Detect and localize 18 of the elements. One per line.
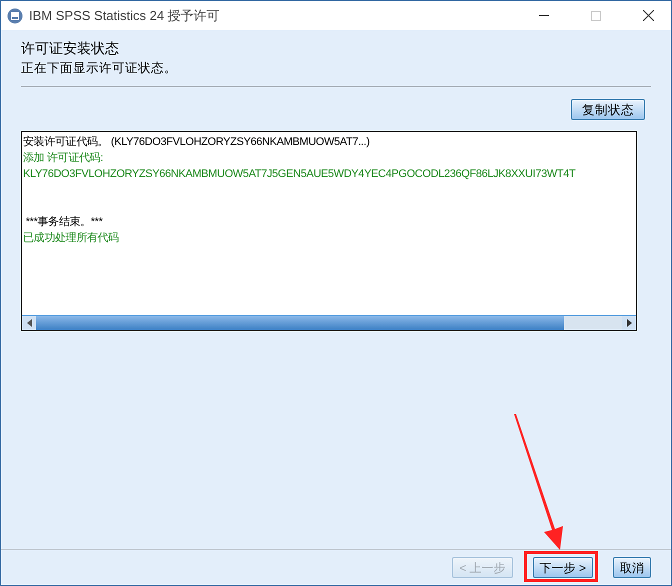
page-subtitle: 正在下面显示许可证状态。 (21, 60, 178, 77)
scroll-left-icon[interactable] (26, 319, 32, 327)
wizard-button[interactable]: 取消 (613, 557, 651, 578)
log-line: 添加 许可证代码: (23, 151, 104, 166)
minimize-icon (539, 15, 549, 16)
log-line: ***事务结束。*** (24, 215, 104, 230)
close-icon (642, 10, 654, 21)
copy-status-button[interactable]: 复制状态 (571, 99, 645, 120)
page-title: 许可证安装状态 (21, 40, 120, 58)
wizard-button[interactable]: 下一步 > (532, 557, 593, 578)
log-line: 已成功处理所有代码 (23, 231, 120, 246)
window-title: IBM SPSS Statistics 24 授予许可 (29, 6, 220, 24)
log-line: 安装许可证代码。 (KLY76DO3FVLOHZORYZSY66NKAMBMUOW5AT7...) (23, 134, 371, 150)
scroll-right-icon[interactable] (626, 319, 632, 327)
horizontal-scrollbar[interactable] (22, 315, 636, 330)
log-line: KLY76DO3FVLOHZORYZSY66NKAMBMUOW5AT7J5GEN5AUE5WDY4YEC4PGOCODL236QF86LJK8XXUI73WT4T (23, 167, 576, 182)
maximize-icon (591, 10, 601, 20)
app-icon (7, 8, 23, 24)
